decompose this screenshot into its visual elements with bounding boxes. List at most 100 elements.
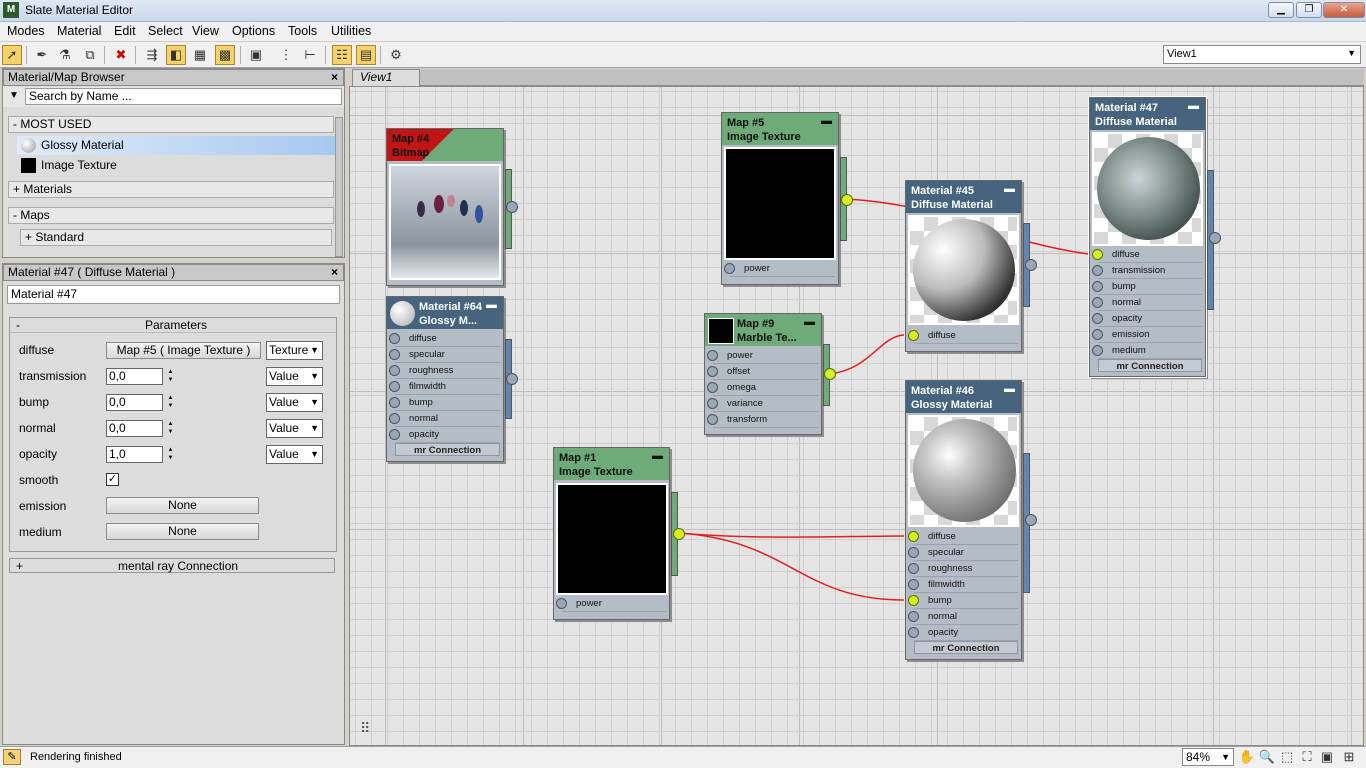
bump-spinner[interactable]: 0,0 xyxy=(106,394,163,411)
output-socket[interactable] xyxy=(1025,259,1037,271)
search-options-icon[interactable]: ▼ xyxy=(9,90,19,101)
input-socket[interactable] xyxy=(908,611,919,622)
input-socket[interactable] xyxy=(908,627,919,638)
browser-close-icon[interactable]: × xyxy=(331,70,338,85)
spinner-arrows-icon[interactable]: ▲ ▼ xyxy=(166,368,175,385)
output-socket[interactable] xyxy=(841,194,853,206)
menu-tools[interactable]: Tools xyxy=(288,24,317,38)
menu-options[interactable]: Options xyxy=(232,24,275,38)
transmission-spinner[interactable]: 0,0 xyxy=(106,368,163,385)
hide-unused-slots-icon[interactable]: ◧ xyxy=(166,45,186,65)
pan-to-selected-icon[interactable]: ⊞ xyxy=(1340,748,1358,766)
diffuse-type-dropdown[interactable]: Texture ▼ xyxy=(266,341,323,360)
menu-view[interactable]: View xyxy=(192,24,219,38)
browser-item-glossy-material[interactable]: Glossy Material xyxy=(17,136,335,155)
show-map-icon[interactable]: ▣ xyxy=(246,45,266,65)
node-header[interactable]: Map #1 Image Texture ▬ xyxy=(554,448,669,480)
input-socket[interactable] xyxy=(908,330,919,341)
minimize-node-icon[interactable]: ▬ xyxy=(652,449,663,463)
minimize-node-icon[interactable]: ▬ xyxy=(1004,382,1015,396)
input-socket[interactable] xyxy=(1092,281,1103,292)
input-socket[interactable] xyxy=(1092,329,1103,340)
layout-children-icon[interactable]: ⊢ xyxy=(300,45,320,65)
node-material45-diffuse[interactable]: Material #45 Diffuse Material ▬ diffuse xyxy=(905,180,1037,352)
input-socket[interactable] xyxy=(908,595,919,606)
node-header[interactable]: Map #4 Bitmap xyxy=(387,129,503,161)
delete-icon[interactable]: ✖ xyxy=(111,45,131,65)
minimize-node-icon[interactable]: ▬ xyxy=(1004,182,1015,196)
normal-spinner[interactable]: 0,0 xyxy=(106,420,163,437)
rollout-toggle[interactable]: - xyxy=(16,318,20,332)
minimize-node-icon[interactable]: ▬ xyxy=(486,298,497,312)
emission-map-button[interactable]: None xyxy=(106,497,259,514)
move-children-icon[interactable]: ⇶ xyxy=(142,45,162,65)
tab-view1[interactable]: View1 xyxy=(352,69,420,86)
node-map4-bitmap[interactable]: Map #4 Bitmap xyxy=(386,128,518,286)
opacity-type-dropdown[interactable]: Value ▼ xyxy=(266,445,323,464)
minimize-node-icon[interactable]: ▬ xyxy=(1188,99,1199,113)
menu-modes[interactable]: Modes xyxy=(7,24,45,38)
zoom-extents-icon[interactable]: ⛶ xyxy=(1298,748,1316,766)
navigator-icon[interactable]: ⠿ xyxy=(360,720,370,737)
material-name-field[interactable]: Material #47 xyxy=(7,285,340,304)
zoom-region-icon[interactable]: ⬚ xyxy=(1278,748,1296,766)
input-socket[interactable] xyxy=(707,350,718,361)
input-socket[interactable] xyxy=(707,398,718,409)
node-header[interactable]: Material #46 Glossy Material ▬ xyxy=(906,381,1021,413)
parameter-editor-icon[interactable]: ▤ xyxy=(356,45,376,65)
input-socket[interactable] xyxy=(908,531,919,542)
menu-select[interactable]: Select xyxy=(148,24,183,38)
minimize-button[interactable]: ▁ xyxy=(1268,2,1294,18)
input-socket[interactable] xyxy=(908,579,919,590)
parameters-rollout-header[interactable]: - Parameters xyxy=(10,318,336,333)
input-socket[interactable] xyxy=(707,414,718,425)
input-socket[interactable] xyxy=(724,263,735,274)
menu-edit[interactable]: Edit xyxy=(114,24,136,38)
output-socket[interactable] xyxy=(824,368,836,380)
checker-icon[interactable]: ▩ xyxy=(215,45,235,65)
input-socket[interactable] xyxy=(556,598,567,609)
group-standard[interactable]: + Standard xyxy=(20,229,332,246)
transmission-type-dropdown[interactable]: Value ▼ xyxy=(266,367,323,386)
zoom-dropdown[interactable]: 84% ▼ xyxy=(1182,748,1234,766)
restore-button[interactable]: ❐ xyxy=(1296,2,1322,18)
material-map-browser-icon[interactable]: ☷ xyxy=(332,45,352,65)
input-socket[interactable] xyxy=(389,333,400,344)
eyedropper-icon[interactable]: ✒ xyxy=(32,45,52,65)
node-map9-marble[interactable]: Map #9 Marble Te... ▬ power offset omega… xyxy=(704,313,836,435)
input-socket[interactable] xyxy=(1092,345,1103,356)
node-map5-image-texture[interactable]: Map #5 Image Texture ▬ power xyxy=(721,112,853,285)
mental-ray-connection-rollout[interactable]: + mental ray Connection xyxy=(9,558,335,573)
smooth-checkbox[interactable]: ✓ xyxy=(106,473,119,486)
select-arrow-icon[interactable]: ➚ xyxy=(2,45,22,65)
zoom-icon[interactable]: 🔍 xyxy=(1258,748,1276,766)
input-socket[interactable] xyxy=(389,381,400,392)
normal-type-dropdown[interactable]: Value ▼ xyxy=(266,419,323,438)
input-socket[interactable] xyxy=(389,365,400,376)
group-maps[interactable]: - Maps xyxy=(8,207,334,224)
input-socket[interactable] xyxy=(389,397,400,408)
input-socket[interactable] xyxy=(1092,249,1103,260)
mr-connection-footer[interactable]: mr Connection xyxy=(914,641,1018,654)
pan-hand-icon[interactable]: ✋ xyxy=(1238,748,1256,766)
layout-all-icon[interactable]: ⋮ xyxy=(276,45,296,65)
input-socket[interactable] xyxy=(707,366,718,377)
spinner-arrows-icon[interactable]: ▲ ▼ xyxy=(166,446,175,463)
node-header[interactable]: Map #5 Image Texture ▬ xyxy=(722,113,838,145)
opacity-spinner[interactable]: 1,0 xyxy=(106,446,163,463)
input-socket[interactable] xyxy=(908,563,919,574)
output-socket[interactable] xyxy=(673,528,685,540)
spinner-arrows-icon[interactable]: ▲ ▼ xyxy=(166,394,175,411)
minimize-node-icon[interactable]: ▬ xyxy=(804,315,815,329)
background-icon[interactable]: ▦ xyxy=(190,45,210,65)
output-socket[interactable] xyxy=(1209,232,1221,244)
input-socket[interactable] xyxy=(707,382,718,393)
node-header[interactable]: Material #45 Diffuse Material ▬ xyxy=(906,181,1021,213)
input-socket[interactable] xyxy=(389,413,400,424)
input-socket[interactable] xyxy=(1092,297,1103,308)
minimize-node-icon[interactable]: ▬ xyxy=(821,114,832,128)
group-materials[interactable]: + Materials xyxy=(8,181,334,198)
search-input[interactable]: Search by Name ... xyxy=(25,88,342,105)
assign-material-icon[interactable]: ⧉ xyxy=(80,45,100,65)
bump-type-dropdown[interactable]: Value ▼ xyxy=(266,393,323,412)
